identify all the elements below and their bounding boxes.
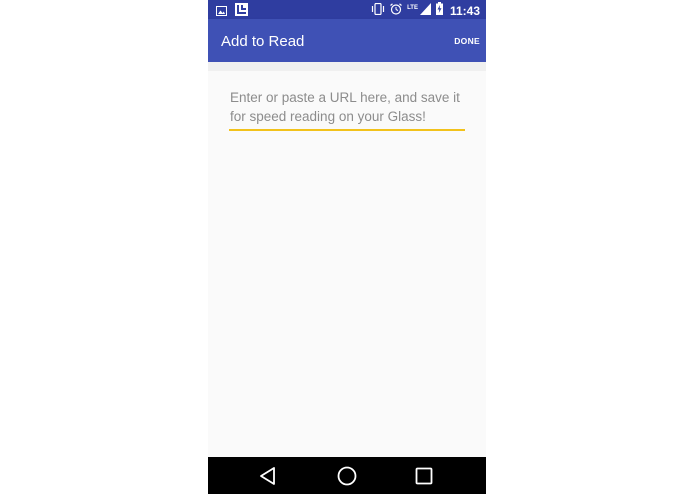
url-input[interactable] <box>229 88 465 131</box>
network-type-label: LTE <box>407 5 418 11</box>
done-button[interactable]: DONE <box>454 36 480 46</box>
back-button[interactable] <box>257 465 279 487</box>
app-bar-shadow <box>208 62 486 71</box>
vibrate-icon <box>371 2 385 20</box>
alarm-icon <box>390 2 402 20</box>
app-bar: Add to Read DONE <box>208 19 486 62</box>
navigation-bar <box>208 457 486 494</box>
home-icon <box>336 466 358 490</box>
home-button[interactable] <box>336 465 358 487</box>
status-bar: LTE 11:43 <box>208 0 486 19</box>
battery-charging-icon <box>435 2 443 20</box>
recents-icon <box>413 467 435 490</box>
status-bar-right: LTE 11:43 <box>371 2 480 20</box>
back-icon <box>257 467 279 490</box>
signal-icon <box>419 2 431 20</box>
recents-button[interactable] <box>413 465 435 487</box>
main-content <box>208 62 486 457</box>
status-time: 11:43 <box>449 4 480 18</box>
page-title: Add to Read <box>221 33 305 50</box>
phone-screen: LTE 11:43 Add to Read DONE <box>208 0 486 494</box>
